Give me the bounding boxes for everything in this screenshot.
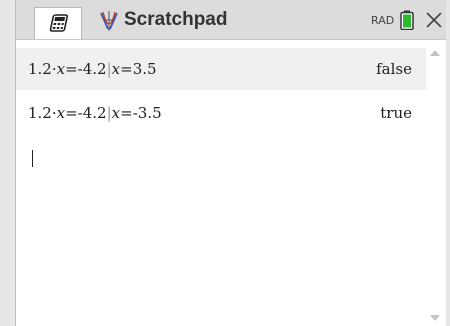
app-title: Scratchpad	[124, 9, 228, 30]
history-entry[interactable]: 1.2·x=-4.2|x=3.5 false	[16, 48, 426, 90]
scratchpad-window: Scratchpad RAD 1.2·x=-4.2|x=3.5 false 1.…	[15, 0, 446, 326]
history-result: false	[376, 60, 412, 78]
angle-mode-indicator: RAD	[371, 14, 395, 27]
close-icon[interactable]	[425, 11, 443, 29]
graph-tab[interactable]	[99, 10, 119, 36]
history-expression: 1.2·x=-4.2|x=3.5	[28, 60, 157, 78]
title-bar: Scratchpad RAD	[16, 0, 446, 40]
history-result: true	[380, 104, 412, 122]
history-entry[interactable]: 1.2·x=-4.2|x=-3.5 true	[16, 92, 426, 134]
scroll-down-arrow-icon[interactable]	[430, 315, 440, 321]
battery-icon	[400, 10, 414, 30]
calculator-tab[interactable]	[34, 7, 82, 39]
history-expression: 1.2·x=-4.2|x=-3.5	[28, 104, 162, 122]
graph-icon	[100, 11, 118, 31]
calculator-icon	[49, 14, 69, 32]
entry-line-cursor[interactable]	[32, 150, 33, 167]
scroll-up-arrow-icon[interactable]	[430, 50, 440, 56]
